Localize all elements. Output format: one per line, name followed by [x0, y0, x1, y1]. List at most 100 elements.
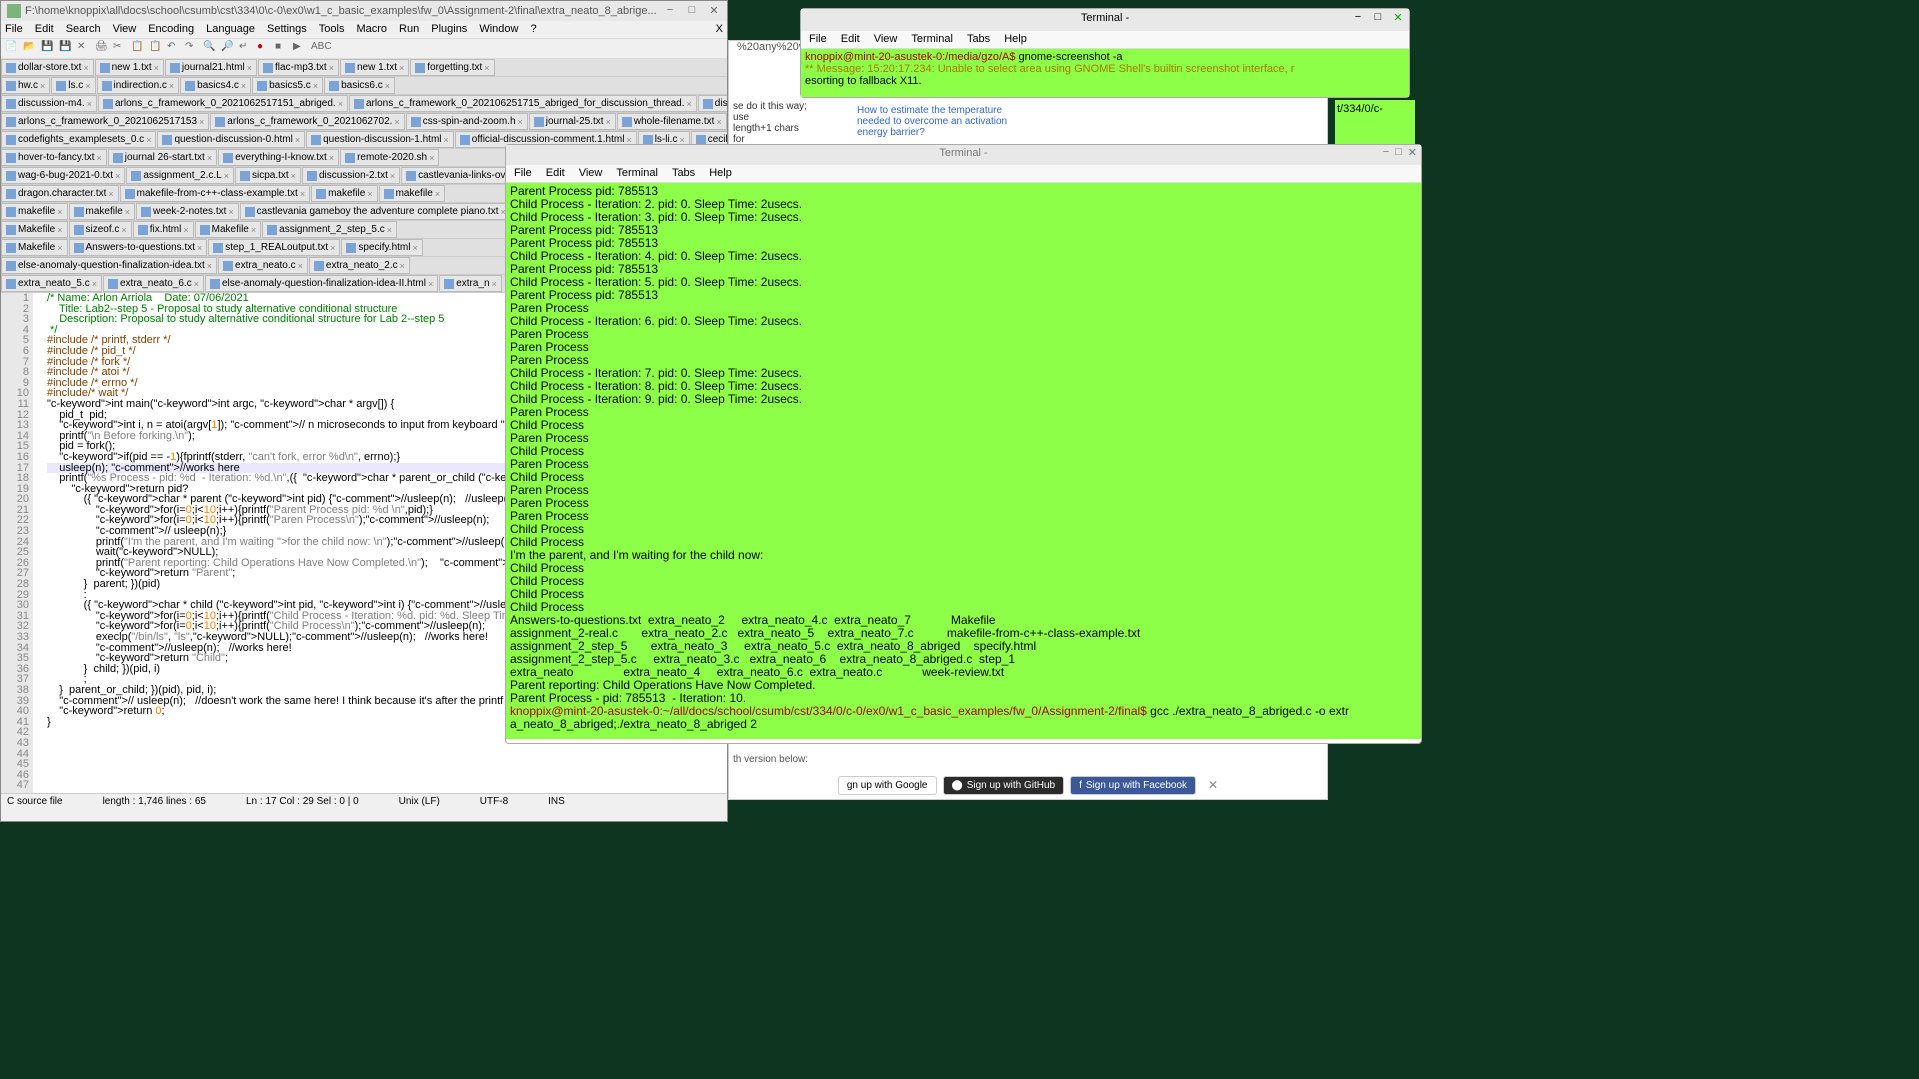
term1-titlebar[interactable]: Terminal - − □ ✕ — [801, 9, 1409, 31]
tab[interactable]: whole-filename.txt× — [617, 113, 727, 130]
close-icon[interactable]: ✕ — [1408, 146, 1417, 159]
print-icon[interactable]: 🖨 — [95, 41, 109, 55]
tab-close-icon[interactable]: × — [626, 135, 631, 145]
paste-icon[interactable]: 📋 — [149, 41, 163, 55]
signup-github[interactable]: ⬤Sign up with GitHub — [943, 776, 1065, 795]
tab[interactable]: arlons_c_framework_0_2021062517151_abrig… — [98, 95, 348, 112]
tab-close-icon[interactable]: × — [300, 189, 305, 199]
saveall-icon[interactable]: 💾 — [59, 41, 73, 55]
maximize-icon[interactable]: □ — [685, 4, 699, 18]
tab-close-icon[interactable]: × — [199, 117, 204, 127]
tab-close-icon[interactable]: × — [400, 261, 405, 271]
tab-close-icon[interactable]: × — [313, 81, 318, 91]
tab[interactable]: else-anomaly-question-finalization-idea.… — [1, 257, 217, 274]
tab-close-icon[interactable]: × — [716, 117, 721, 127]
tab[interactable]: discussion-2.txt× — [302, 167, 400, 184]
menu-help[interactable]: Help — [1004, 33, 1027, 46]
tab[interactable]: basics4.c× — [180, 77, 251, 94]
tab-close-icon[interactable]: × — [224, 171, 229, 181]
tab[interactable]: makefile× — [379, 185, 446, 202]
tab-close-icon[interactable]: × — [329, 153, 334, 163]
tab[interactable]: extra_neato_2.c× — [309, 257, 410, 274]
tab[interactable]: else-anomaly-question-finalization-idea-… — [205, 275, 438, 292]
tab-close-icon[interactable]: × — [57, 207, 62, 217]
tab-close-icon[interactable]: × — [338, 99, 343, 109]
tab-close-icon[interactable]: × — [606, 117, 611, 127]
record-icon[interactable]: ● — [257, 41, 271, 55]
tab-close-icon[interactable]: × — [146, 135, 151, 145]
tab[interactable]: arlons_c_framework_0_2021062517153× — [1, 113, 209, 130]
menu-terminal[interactable]: Terminal — [616, 167, 658, 180]
tab[interactable]: Makefile× — [1, 239, 68, 256]
menu-tabs[interactable]: Tabs — [672, 167, 695, 180]
tab-close-icon[interactable]: × — [492, 279, 497, 289]
tab[interactable]: extra_n× — [439, 275, 502, 292]
signup-google[interactable]: gn up with Google — [838, 776, 937, 795]
tab-close-icon[interactable]: × — [83, 63, 88, 73]
tab[interactable]: question-discussion-1.html× — [306, 131, 454, 148]
tab[interactable]: makefile× — [69, 203, 136, 220]
tab[interactable]: step_1_REALoutput.txt× — [208, 239, 340, 256]
tab[interactable]: makefile-from-c++-class-example.txt× — [120, 185, 310, 202]
tab-close-icon[interactable]: × — [399, 63, 404, 73]
redo-icon[interactable]: ↷ — [185, 41, 199, 55]
tab[interactable]: wag-6-bug-2021-0.txt× — [1, 167, 125, 184]
tab-close-icon[interactable]: × — [428, 279, 433, 289]
menu-tabs[interactable]: Tabs — [967, 33, 990, 46]
new-icon[interactable]: 📄 — [5, 41, 19, 55]
menu-macro[interactable]: Macro — [356, 23, 387, 36]
open-icon[interactable]: 📂 — [23, 41, 37, 55]
tab[interactable]: discussion-m4.× — [1, 95, 97, 112]
tab[interactable]: new 1.txt× — [95, 59, 164, 76]
tab-close-icon[interactable]: × — [387, 225, 392, 235]
tab-close-icon[interactable]: × — [197, 243, 202, 253]
tab[interactable]: hw.c× — [1, 77, 50, 94]
close-icon[interactable]: ✕ — [707, 4, 721, 18]
play-icon[interactable]: ▶ — [293, 41, 307, 55]
tab[interactable]: week-2-notes.txt× — [136, 203, 239, 220]
tab[interactable]: question-discussion-0.html× — [157, 131, 305, 148]
tab[interactable]: journal-25.txt× — [529, 113, 616, 130]
tab-close-icon[interactable]: × — [251, 225, 256, 235]
tab[interactable]: css-spin-and-zoom.h× — [406, 113, 528, 130]
menu-window[interactable]: Window — [479, 23, 518, 36]
tab-close-icon[interactable]: × — [115, 171, 120, 181]
tab[interactable]: journal 26-start.txt× — [108, 149, 217, 166]
menu-terminal[interactable]: Terminal — [911, 33, 953, 46]
cut-icon[interactable]: ✂ — [113, 41, 127, 55]
tab-close-icon[interactable]: × — [154, 63, 159, 73]
tab[interactable]: specify.html× — [341, 239, 422, 256]
tab[interactable]: forgetting.txt× — [410, 59, 494, 76]
tab[interactable]: discussion-module-1-final-simplified-ver… — [698, 95, 727, 112]
tab-close-icon[interactable]: × — [298, 261, 303, 271]
undo-icon[interactable]: ↶ — [167, 41, 181, 55]
menu-edit[interactable]: Edit — [841, 33, 860, 46]
tab-close-icon[interactable]: × — [247, 63, 252, 73]
wrap-icon[interactable]: ↵ — [239, 41, 253, 55]
close-file-icon[interactable]: ✕ — [77, 41, 91, 55]
tab-close-icon[interactable]: × — [241, 81, 246, 91]
tab-close-icon[interactable]: × — [194, 279, 199, 289]
tab-close-icon[interactable]: × — [390, 171, 395, 181]
tab[interactable]: sicpa.txt× — [235, 167, 301, 184]
tab[interactable]: dragon.character.txt× — [1, 185, 119, 202]
tab-close-icon[interactable]: × — [40, 81, 45, 91]
stop-icon[interactable]: ■ — [275, 41, 289, 55]
term1-output[interactable]: knoppix@mint-20-asustek-0:/media/gzo/A$ … — [801, 49, 1409, 97]
tab-close-icon[interactable]: × — [121, 225, 126, 235]
minimize-icon[interactable]: − — [1383, 146, 1389, 159]
tab-close-icon[interactable]: × — [385, 81, 390, 91]
term2-titlebar[interactable]: Terminal - − □ ✕ — [506, 145, 1421, 165]
tab[interactable]: arlons_c_framework_0_202106251715_abrige… — [349, 95, 697, 112]
tab[interactable]: makefile× — [1, 203, 68, 220]
menu-?[interactable]: ? — [530, 23, 536, 36]
tab-close-icon[interactable]: × — [484, 63, 489, 73]
menu-language[interactable]: Language — [206, 23, 255, 36]
tab-close-icon[interactable]: × — [412, 243, 417, 253]
tab-close-icon[interactable]: × — [57, 243, 62, 253]
tab[interactable]: dollar-store.txt× — [1, 59, 94, 76]
tab[interactable]: fix.html× — [133, 221, 194, 238]
tab[interactable]: extra_neato.c× — [218, 257, 308, 274]
menu-help[interactable]: Help — [709, 167, 732, 180]
tab[interactable]: assignment_2_step_5.c× — [262, 221, 397, 238]
